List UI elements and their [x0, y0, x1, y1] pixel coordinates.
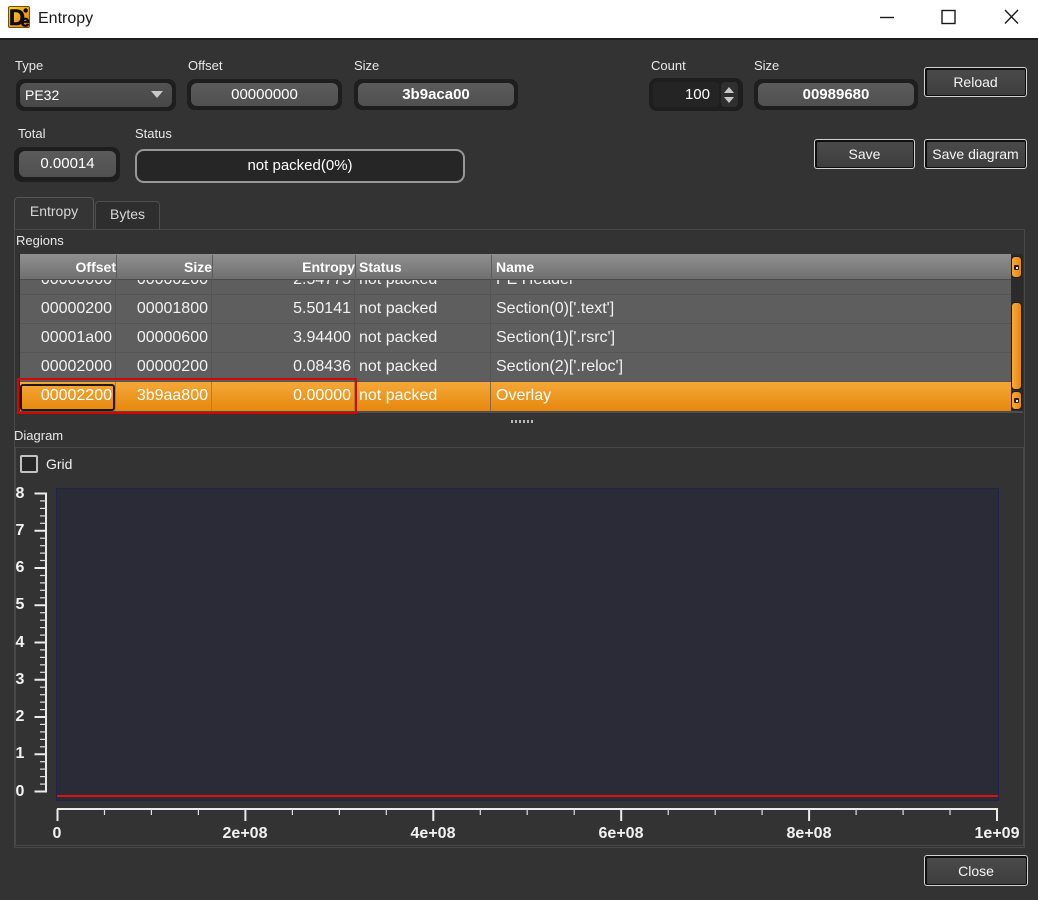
svg-text:e: e	[21, 14, 30, 29]
